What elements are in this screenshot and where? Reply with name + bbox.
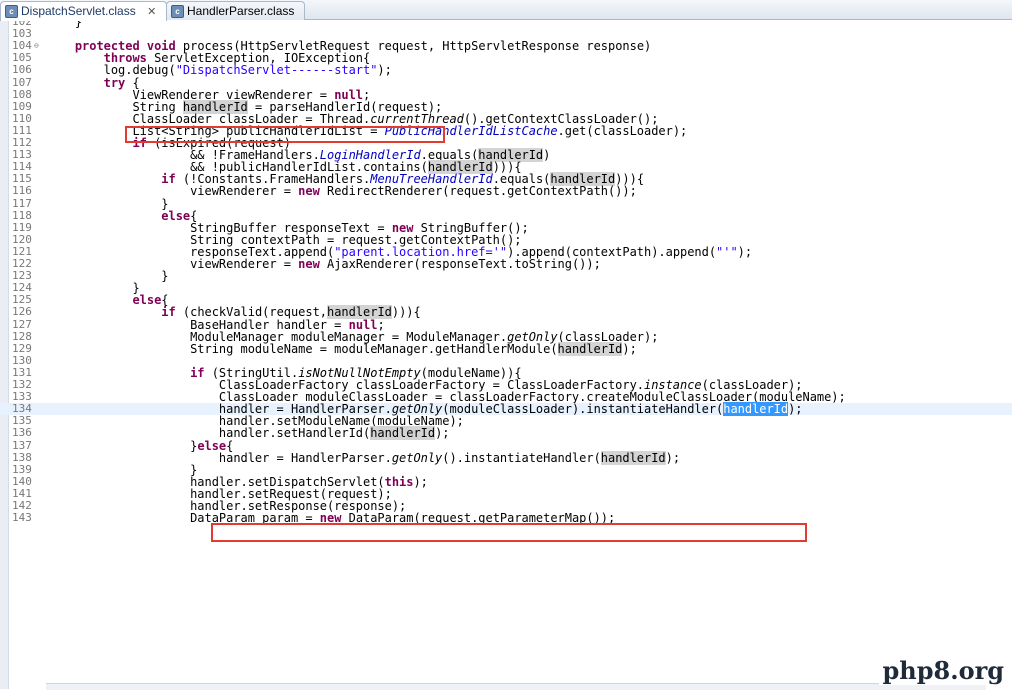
- line-number: 119: [12, 220, 32, 234]
- code-token: );: [665, 450, 681, 465]
- class-file-icon: c: [5, 5, 18, 18]
- code-token: );: [788, 402, 803, 417]
- line-number: 129: [12, 341, 32, 355]
- code-line[interactable]: 143 DataParam param = new DataParam(requ…: [0, 511, 1012, 525]
- watermark: php8.org: [878, 657, 1008, 685]
- tab-handlerparser[interactable]: c HandlerParser.class: [166, 1, 306, 20]
- line-number: 126: [12, 305, 32, 319]
- code-token: new: [319, 511, 342, 526]
- line-number: 108: [12, 87, 32, 101]
- code-text: DataParam param = new DataParam(request.…: [46, 512, 615, 524]
- code-token: String moduleName = moduleManager.getHan…: [46, 341, 558, 356]
- code-token: new: [298, 257, 320, 271]
- code-text: String moduleName = moduleManager.getHan…: [46, 341, 637, 356]
- line-number: 136: [12, 426, 32, 440]
- code-token: AjaxRenderer(responseText.toString());: [319, 257, 601, 271]
- occurrence-token: handlerId: [557, 341, 623, 356]
- code-token: );: [622, 341, 637, 356]
- code-token: (moduleClassLoader).instantiateHandler(: [442, 402, 724, 417]
- code-token: .get(classLoader);: [557, 123, 688, 138]
- code-token: );: [413, 474, 428, 489]
- code-token: ))){: [391, 305, 421, 320]
- code-token: );: [377, 63, 392, 78]
- code-editor[interactable]: 102 } 103 104 ⊖ protected void process(Http…: [0, 20, 1012, 689]
- line-number: 109: [12, 99, 32, 113]
- code-token: DataParam param =: [46, 511, 320, 526]
- line-number: 130: [12, 353, 32, 367]
- selected-token: handlerId: [723, 402, 789, 417]
- code-token: "'": [716, 244, 738, 259]
- line-number: 120: [12, 232, 32, 246]
- occurrence-token: handlerId: [600, 450, 666, 465]
- line-number: 139: [12, 462, 32, 476]
- line-number: 106: [12, 63, 32, 77]
- code-line[interactable]: 123 }: [0, 270, 1012, 283]
- code-text: }: [46, 20, 82, 28]
- code-line[interactable]: 102 }: [0, 20, 1012, 28]
- fold-toggle-icon[interactable]: ⊖: [34, 40, 39, 52]
- code-line[interactable]: 129 String moduleName = moduleManager.ge…: [0, 341, 1012, 356]
- line-number: 128: [12, 329, 32, 343]
- editor-tab-bar: c DispatchServlet.class ✕ c HandlerParse…: [0, 0, 1012, 21]
- code-token: getOnly: [391, 450, 443, 465]
- line-number: 107: [12, 75, 32, 89]
- code-token: RedirectRenderer(request.getContextPath(…: [319, 184, 637, 199]
- class-file-icon: c: [171, 5, 184, 18]
- line-number: 137: [12, 438, 32, 452]
- line-number: 127: [12, 317, 32, 331]
- line-number: 118: [12, 208, 32, 222]
- line-number: 143: [12, 511, 32, 525]
- code-token: PublicHandlerIdListCache: [384, 123, 558, 138]
- code-line[interactable]: 106 log.debug("DispatchServlet------star…: [0, 63, 1012, 78]
- line-number: 116: [12, 184, 32, 198]
- code-token: );: [737, 244, 753, 259]
- line-number: 140: [12, 474, 32, 488]
- highlight-box-line-134: [211, 523, 807, 542]
- occurrence-token: handlerId: [370, 426, 436, 441]
- code-token: "DispatchServlet------start": [175, 63, 378, 78]
- tab-label: DispatchServlet.class: [21, 4, 136, 18]
- line-number: 110: [12, 111, 32, 125]
- code-token: DataParam(request.getParameterMap());: [341, 511, 616, 526]
- code-token: ): [543, 148, 551, 163]
- tab-label: HandlerParser.class: [187, 4, 295, 18]
- line-number: 138: [12, 450, 32, 464]
- code-token: new: [298, 184, 320, 199]
- code-token: ().instantiateHandler(: [442, 450, 601, 465]
- close-icon[interactable]: ✕: [147, 3, 156, 21]
- tab-dispatchservlet[interactable]: c DispatchServlet.class ✕: [0, 1, 168, 21]
- code-token: );: [435, 426, 450, 441]
- line-number: 117: [12, 196, 32, 210]
